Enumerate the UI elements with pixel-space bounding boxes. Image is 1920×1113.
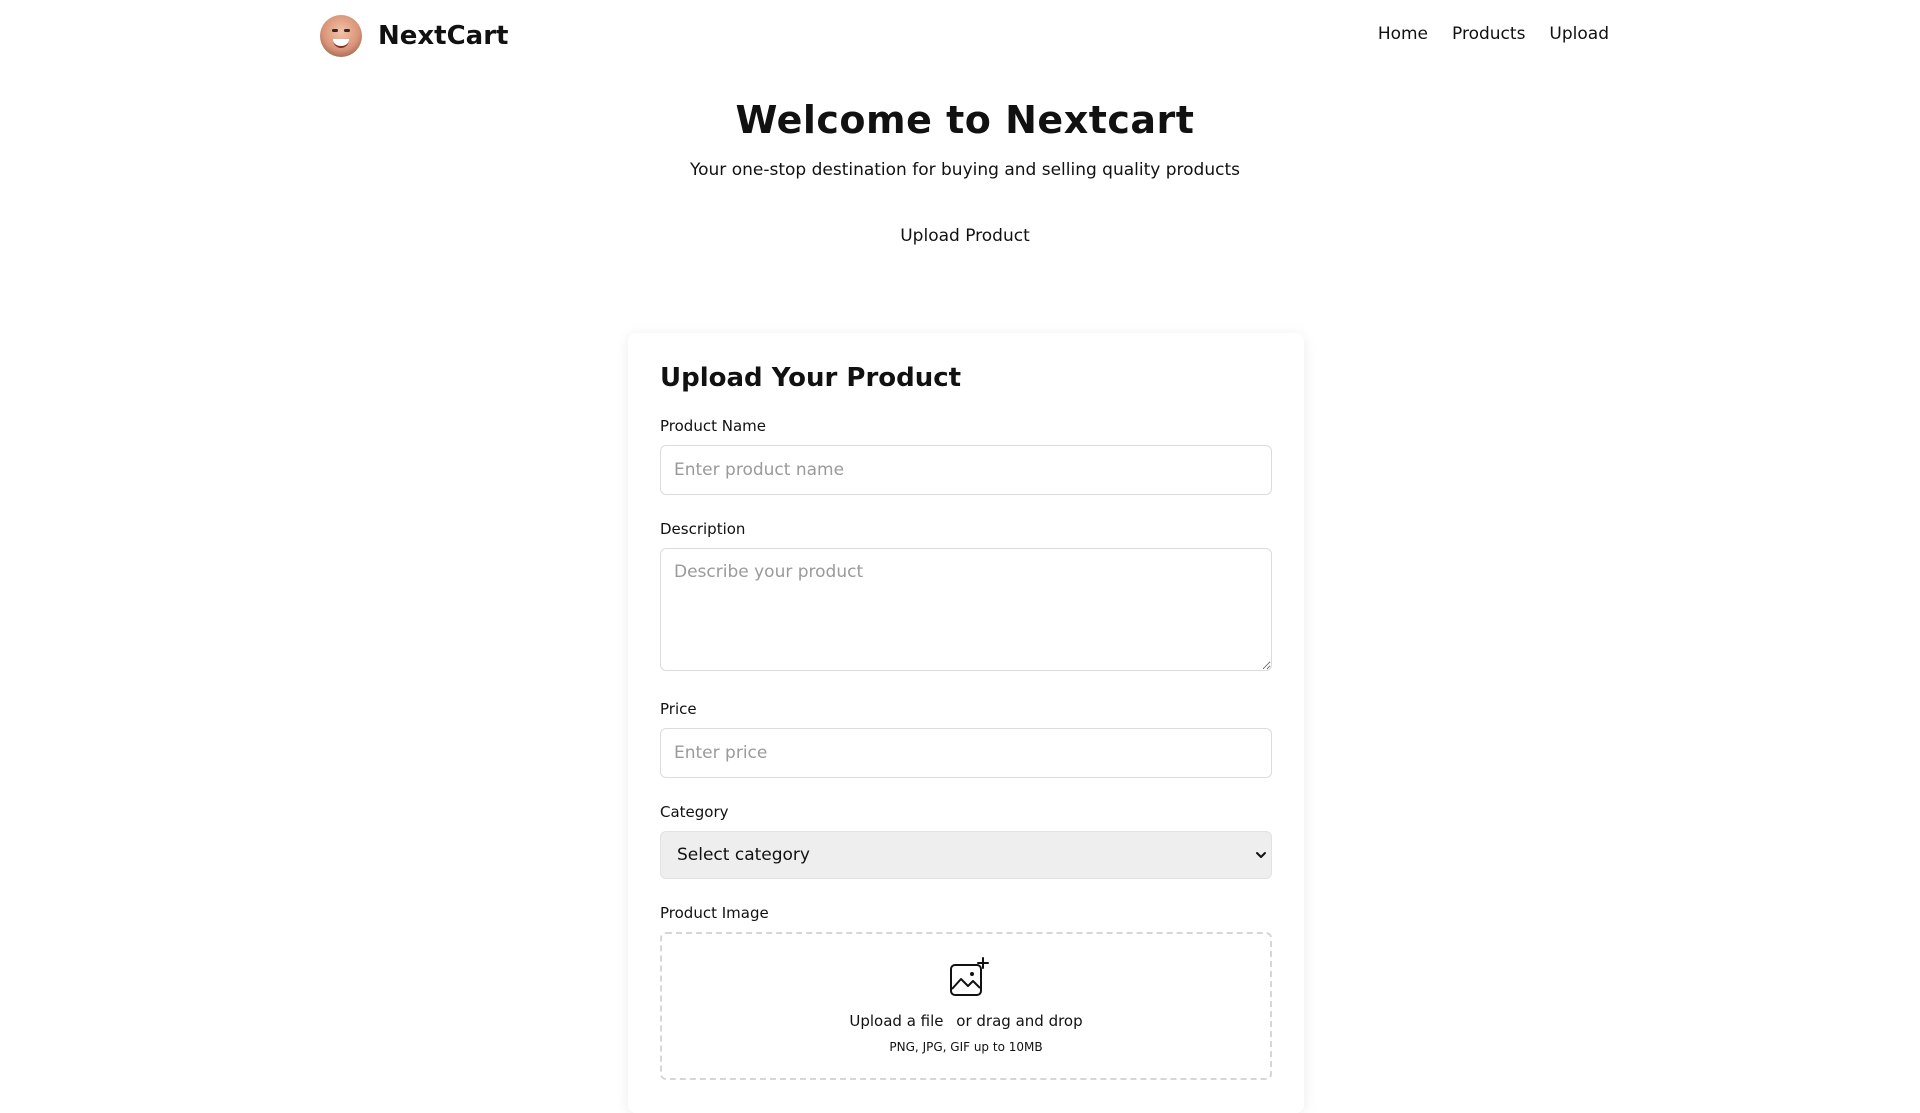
category-group: Category Select category	[660, 803, 1272, 879]
image-plus-icon	[950, 957, 989, 996]
description-group: Description	[660, 520, 1272, 675]
file-hint: PNG, JPG, GIF up to 10MB	[889, 1040, 1043, 1054]
form-title: Upload Your Product	[660, 363, 962, 393]
brand[interactable]: NextCart	[320, 15, 508, 57]
upload-file-link[interactable]: Upload a file	[849, 1012, 943, 1030]
upload-product-link[interactable]: Upload Product	[900, 226, 1030, 246]
product-image-label: Product Image	[660, 904, 769, 922]
category-label: Category	[660, 803, 729, 821]
price-group: Price	[660, 700, 1272, 778]
brand-name: NextCart	[378, 21, 509, 51]
chevron-down-icon	[1256, 852, 1266, 858]
product-image-group: Product Image Upload a file or drag and …	[660, 904, 1272, 1080]
site-header: NextCart Home Products Upload	[0, 0, 1920, 70]
description-textarea[interactable]	[660, 548, 1272, 671]
avatar-logo	[320, 15, 362, 57]
drag-drop-text: or drag and drop	[956, 1012, 1083, 1030]
description-label: Description	[660, 520, 746, 538]
price-label: Price	[660, 700, 697, 718]
product-name-input[interactable]	[660, 445, 1272, 495]
product-name-label: Product Name	[660, 417, 766, 435]
price-input[interactable]	[660, 728, 1272, 778]
dropzone-text: Upload a file or drag and drop	[662, 1012, 1270, 1030]
nav-upload-link[interactable]: Upload	[1549, 24, 1609, 44]
nav-products-link[interactable]: Products	[1452, 24, 1525, 44]
hero-section: Welcome to Nextcart Your one-stop destin…	[0, 98, 1920, 246]
main-nav: Home Products Upload	[1378, 24, 1609, 44]
product-name-group: Product Name	[660, 417, 1272, 495]
category-select-value: Select category	[677, 845, 810, 865]
upload-form-card: Upload Your Product Product Name Descrip…	[628, 333, 1304, 1113]
nav-home-link[interactable]: Home	[1378, 24, 1428, 44]
hero-title: Welcome to Nextcart	[735, 98, 1195, 142]
category-select[interactable]: Select category	[660, 831, 1272, 879]
hero-subtitle: Your one-stop destination for buying and…	[690, 160, 1240, 180]
image-dropzone[interactable]: Upload a file or drag and drop PNG, JPG,…	[660, 932, 1272, 1080]
